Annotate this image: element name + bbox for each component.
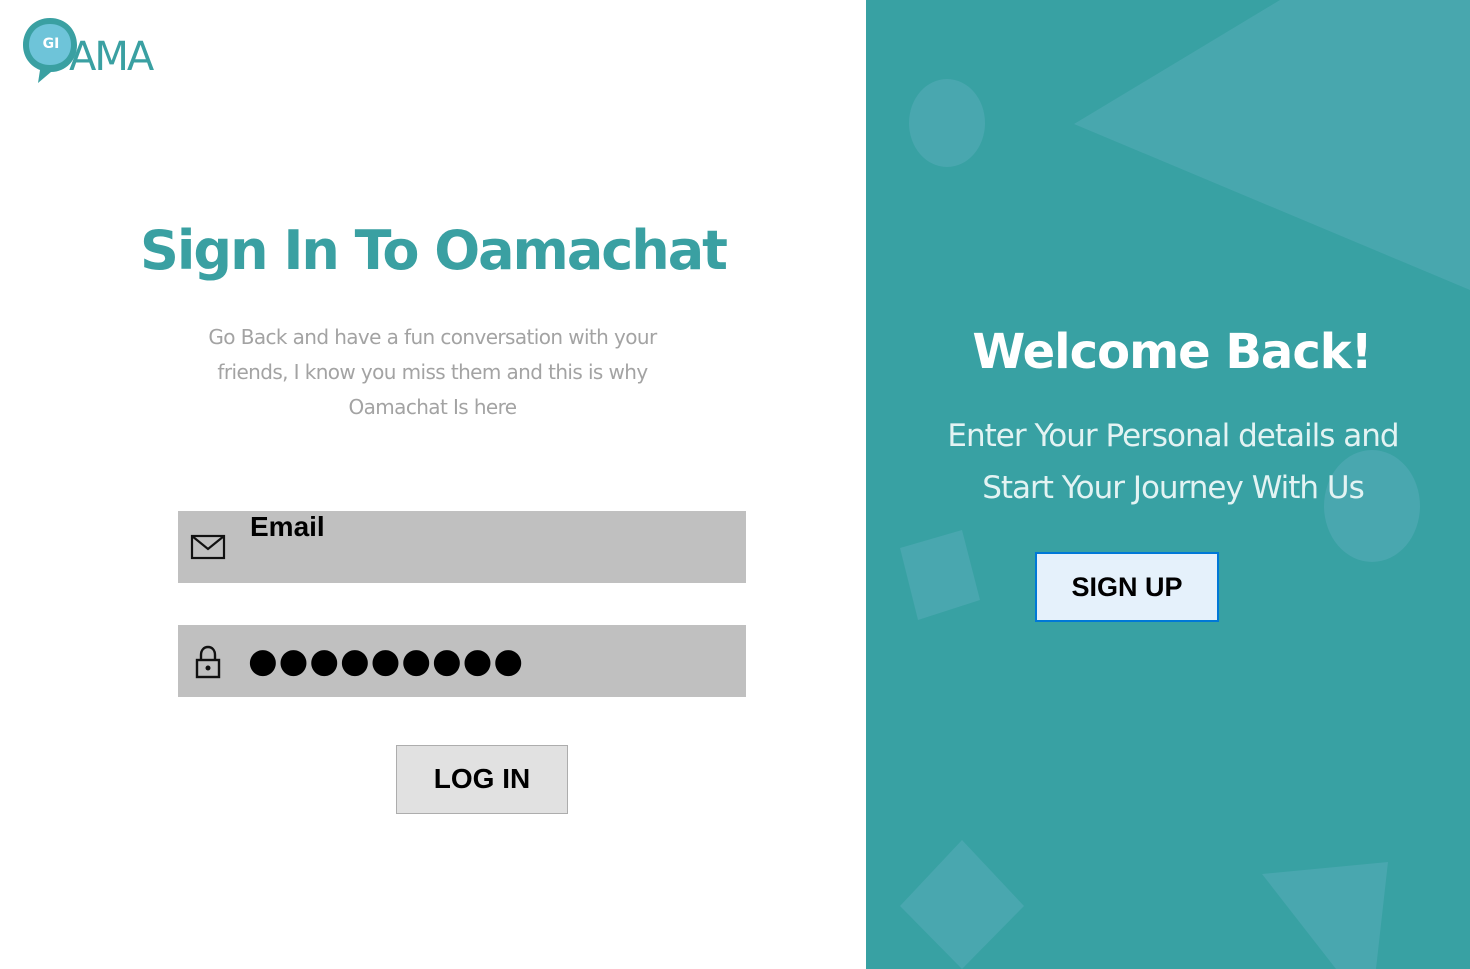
logo-wordmark: AMA <box>69 34 154 80</box>
password-field[interactable] <box>178 625 746 697</box>
welcome-subtitle: Enter Your Personal details and Start Yo… <box>947 418 1399 506</box>
password-input[interactable] <box>248 639 728 683</box>
login-button[interactable]: LOG IN <box>396 745 568 814</box>
page-title: Sign In To Oamachat <box>140 219 728 282</box>
welcome-panel: Welcome Back! Enter Your Personal detail… <box>866 0 1470 969</box>
email-placeholder: Email <box>250 511 325 542</box>
lock-icon <box>195 645 221 679</box>
email-field[interactable]: Email <box>178 511 746 583</box>
signup-button[interactable]: SIGN UP <box>1035 552 1219 622</box>
sign-in-subtitle: Go Back and have a fun conversation with… <box>208 325 657 419</box>
oama-logo: GI AMA <box>20 14 170 86</box>
mail-icon <box>190 534 226 560</box>
sign-in-panel: GI AMA Sign In To Oamachat Go Back and h… <box>0 0 866 969</box>
welcome-heading: Welcome Back! <box>972 324 1372 380</box>
logo-badge-text: GI <box>42 36 60 52</box>
